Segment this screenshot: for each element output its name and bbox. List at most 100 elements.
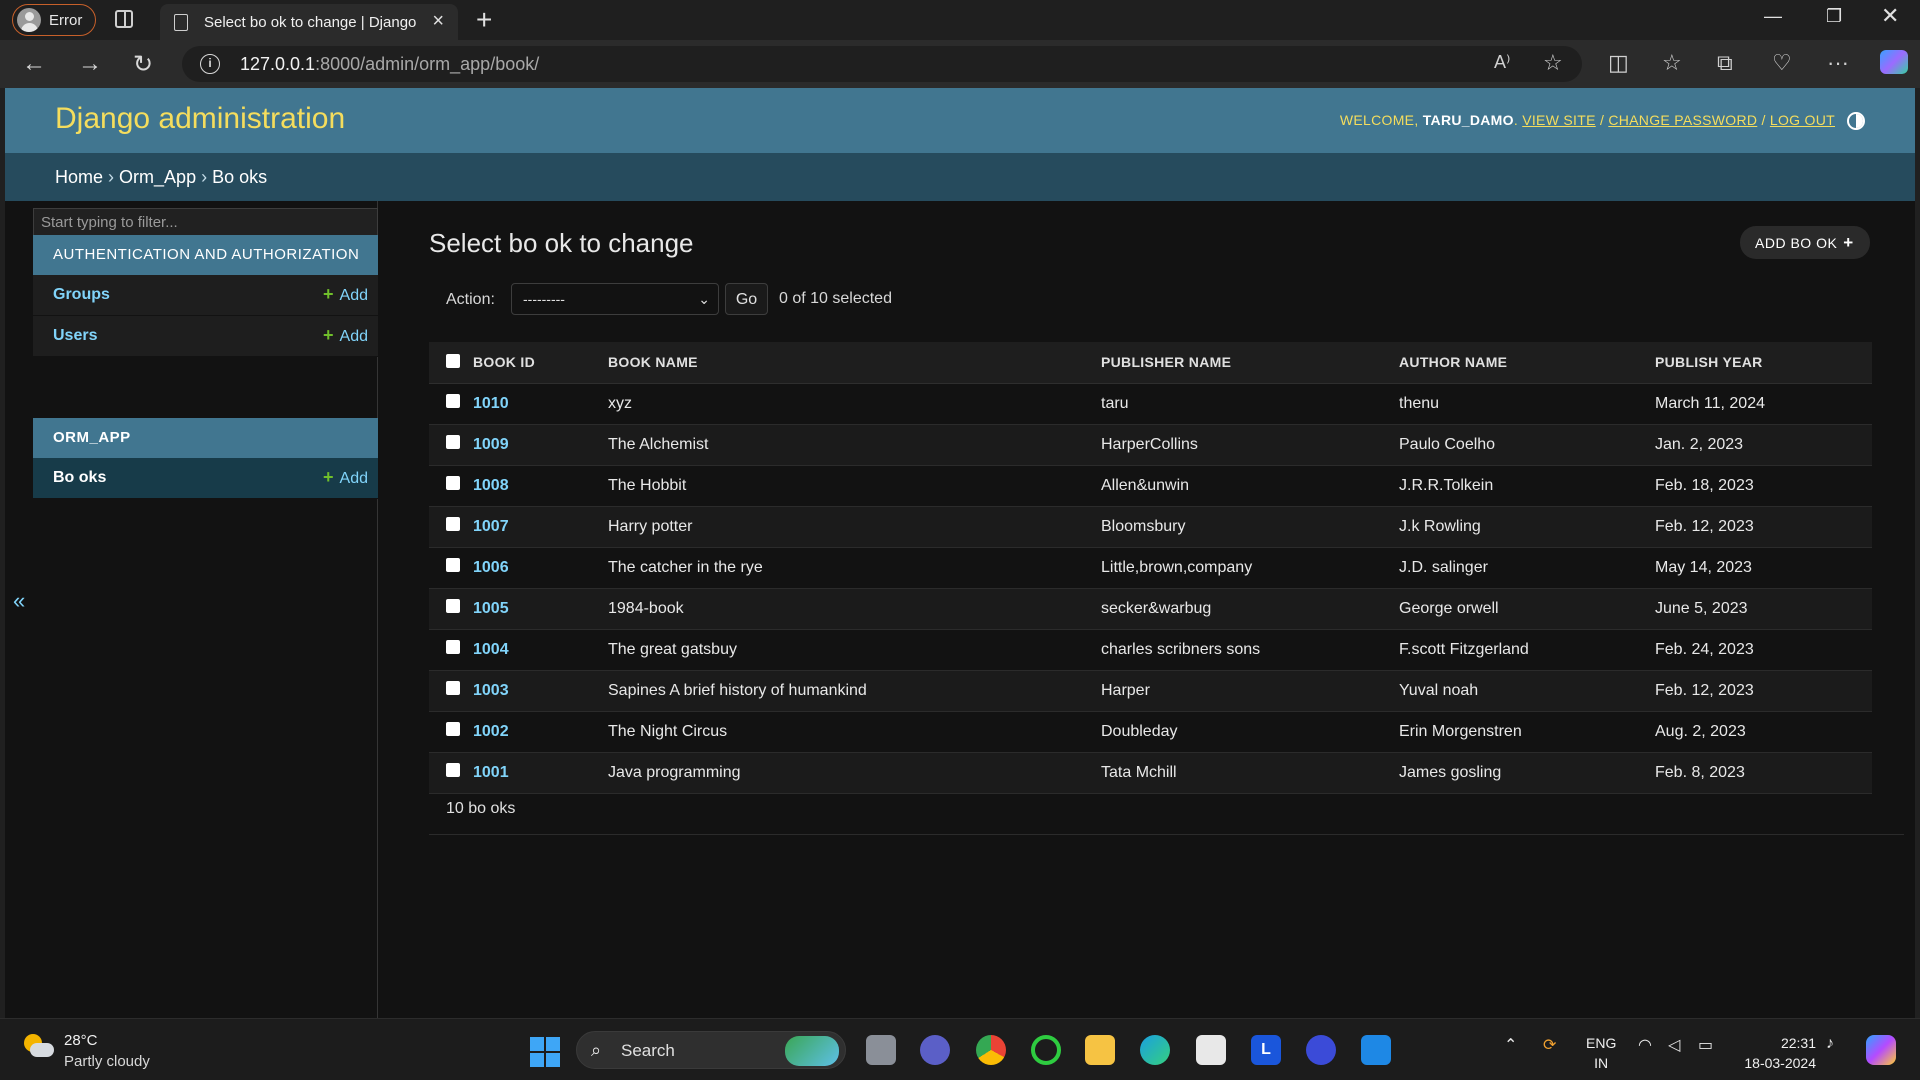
volume-icon[interactable]: ◁ xyxy=(1668,1035,1680,1055)
module-caption-orm-app[interactable]: ORM_APP xyxy=(33,418,378,458)
book-id-link[interactable]: 1010 xyxy=(473,395,509,412)
book-id-link[interactable]: 1005 xyxy=(473,600,509,617)
start-icon[interactable] xyxy=(530,1037,560,1067)
weather-condition[interactable]: Partly cloudy xyxy=(64,1053,150,1070)
forward-icon[interactable]: → xyxy=(78,50,102,78)
module-caption-auth[interactable]: AUTHENTICATION AND AUTHORIZATION xyxy=(33,235,378,275)
breadcrumb-home[interactable]: Home xyxy=(55,167,103,187)
table-row: 1003 Sapines A brief history of humankind… xyxy=(429,670,1872,712)
edge-icon[interactable] xyxy=(1140,1035,1170,1065)
read-aloud-icon[interactable]: A⁾ xyxy=(1494,52,1510,73)
add-book-button[interactable]: ADD BO OK + xyxy=(1740,226,1870,259)
copilot-taskbar-icon[interactable] xyxy=(1866,1035,1896,1065)
add-users-link[interactable]: + Add xyxy=(323,325,368,346)
store-icon[interactable] xyxy=(1196,1035,1226,1065)
column-header[interactable]: PUBLISHER NAME xyxy=(1101,342,1399,384)
split-screen-icon[interactable]: ◫ xyxy=(1608,50,1629,76)
row-checkbox[interactable] xyxy=(446,722,460,736)
task-view-icon[interactable] xyxy=(866,1035,896,1065)
browser-tab-active[interactable]: Select bo ok to change | Django site adm… xyxy=(160,4,458,40)
sidebar-item-label[interactable]: Groups xyxy=(53,286,110,304)
site-info-icon[interactable]: i xyxy=(200,54,220,74)
row-checkbox-cell xyxy=(429,465,473,507)
row-checkbox[interactable] xyxy=(446,435,460,449)
sidebar-item-label[interactable]: Users xyxy=(53,327,97,345)
notification-bell-icon[interactable]: ♪ xyxy=(1826,1035,1834,1053)
sidebar-item-label[interactable]: Bo oks xyxy=(53,469,106,487)
refresh-icon[interactable]: ↻ xyxy=(133,50,153,79)
sidebar-toggle-icon[interactable]: « xyxy=(13,588,25,614)
new-tab-icon[interactable]: + xyxy=(476,4,492,36)
collections-icon[interactable]: ⧉ xyxy=(1717,50,1733,76)
tab-actions-icon[interactable] xyxy=(115,10,133,28)
book-id-link[interactable]: 1001 xyxy=(473,764,509,781)
sidebar-item-groups[interactable]: Groups + Add xyxy=(33,275,378,316)
back-icon[interactable]: ← xyxy=(22,50,46,78)
book-id-link[interactable]: 1004 xyxy=(473,641,509,658)
book-id-link[interactable]: 1007 xyxy=(473,518,509,535)
sidebar-filter-input[interactable]: Start typing to filter... xyxy=(33,208,378,238)
book-id-link[interactable]: 1006 xyxy=(473,559,509,576)
username: TARU_DAMO xyxy=(1422,112,1514,128)
row-checkbox[interactable] xyxy=(446,476,460,490)
app-circle-icon[interactable] xyxy=(1031,1035,1061,1065)
row-checkbox[interactable] xyxy=(446,517,460,531)
copilot-icon[interactable] xyxy=(1880,50,1908,74)
row-checkbox[interactable] xyxy=(446,681,460,695)
row-checkbox[interactable] xyxy=(446,599,460,613)
column-header[interactable]: AUTHOR NAME xyxy=(1399,342,1655,384)
book-id-link[interactable]: 1003 xyxy=(473,682,509,699)
sidebar-item-books[interactable]: Bo oks + Add xyxy=(33,458,378,499)
chrome-icon[interactable] xyxy=(976,1035,1006,1065)
add-groups-link[interactable]: + Add xyxy=(323,284,368,305)
restore-icon[interactable]: ❐ xyxy=(1826,6,1842,27)
vscode-icon[interactable] xyxy=(1361,1035,1391,1065)
go-button[interactable]: Go xyxy=(725,283,768,315)
breadcrumb-app[interactable]: Orm_App xyxy=(119,167,196,187)
favorites-icon[interactable]: ☆ xyxy=(1662,50,1682,76)
battery-icon[interactable]: ▭ xyxy=(1698,1035,1713,1055)
minimize-icon[interactable]: — xyxy=(1764,6,1782,27)
row-checkbox[interactable] xyxy=(446,640,460,654)
close-window-icon[interactable]: ✕ xyxy=(1881,3,1899,29)
author-cell: F.scott Fitzgerland xyxy=(1399,629,1655,671)
favorite-star-icon[interactable]: ☆ xyxy=(1543,50,1563,76)
column-header[interactable]: PUBLISH YEAR xyxy=(1655,342,1872,384)
book-name-cell: The great gatsbuy xyxy=(608,629,1101,671)
action-select[interactable]: --------- ⌄ xyxy=(511,283,719,315)
close-tab-icon[interactable]: × xyxy=(432,10,444,33)
more-menu-icon[interactable]: ··· xyxy=(1827,50,1849,76)
row-checkbox[interactable] xyxy=(446,394,460,408)
book-id-link[interactable]: 1009 xyxy=(473,436,509,453)
weather-temperature[interactable]: 28°C xyxy=(64,1032,98,1049)
theme-toggle-icon[interactable] xyxy=(1847,112,1865,130)
weather-icon[interactable] xyxy=(22,1031,56,1061)
select-all-checkbox[interactable] xyxy=(446,353,460,368)
column-header[interactable]: BOOK NAME xyxy=(608,342,1101,384)
arc-app-icon[interactable] xyxy=(1306,1035,1336,1065)
l-app-icon[interactable]: L xyxy=(1251,1035,1281,1065)
profile-button[interactable]: Error xyxy=(12,4,96,36)
sync-icon[interactable]: ⟳ xyxy=(1543,1035,1556,1055)
wifi-icon[interactable]: ◠ xyxy=(1638,1035,1652,1055)
row-checkbox[interactable] xyxy=(446,763,460,777)
sidebar-item-users[interactable]: Users + Add xyxy=(33,316,378,357)
book-id-link[interactable]: 1008 xyxy=(473,477,509,494)
log-out-link[interactable]: LOG OUT xyxy=(1770,112,1835,128)
file-explorer-icon[interactable] xyxy=(1085,1035,1115,1065)
book-id-link[interactable]: 1002 xyxy=(473,723,509,740)
view-site-link[interactable]: VIEW SITE xyxy=(1522,112,1596,128)
browser-essentials-icon[interactable]: ♡ xyxy=(1772,50,1792,76)
column-header[interactable]: BOOK ID xyxy=(473,342,608,384)
site-brand[interactable]: Django administration xyxy=(55,102,345,136)
add-books-link[interactable]: + Add xyxy=(323,467,368,488)
language-indicator[interactable]: ENG IN xyxy=(1586,1033,1616,1073)
show-hidden-icons[interactable]: ⌃ xyxy=(1504,1035,1517,1055)
url-bar[interactable]: i 127.0.0.1:8000/admin/orm_app/book/ xyxy=(182,46,1582,82)
taskbar-search[interactable]: ⌕ Search xyxy=(576,1031,846,1069)
row-checkbox[interactable] xyxy=(446,558,460,572)
taskbar-clock[interactable]: 22:31 18-03-2024 xyxy=(1744,1033,1816,1073)
change-password-link[interactable]: CHANGE PASSWORD xyxy=(1608,112,1757,128)
page-icon xyxy=(174,13,188,31)
teams-chat-icon[interactable] xyxy=(920,1035,950,1065)
